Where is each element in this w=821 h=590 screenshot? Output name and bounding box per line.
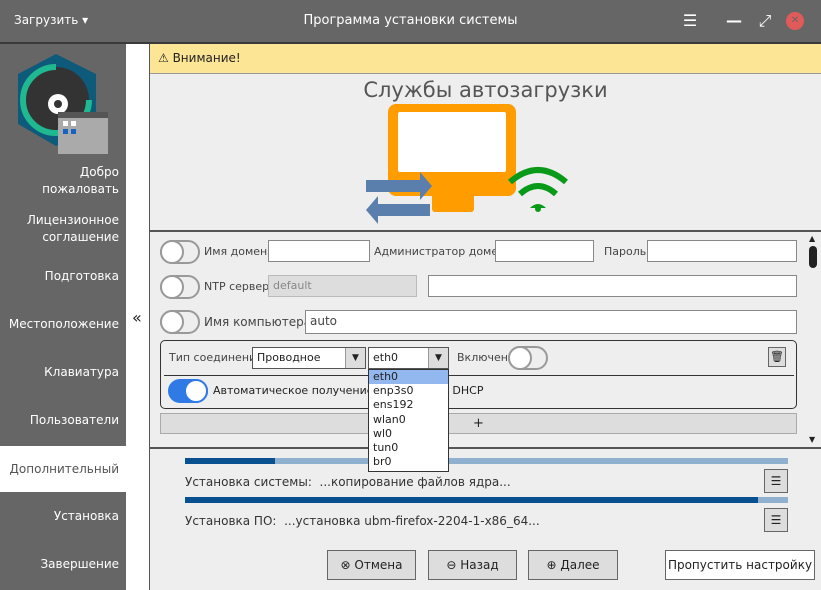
- dropdown-option[interactable]: eth0: [369, 370, 448, 385]
- ntp-label: NTP сервер:: [204, 280, 273, 293]
- minimize-icon[interactable]: —: [722, 10, 746, 32]
- password-label: Пароль:: [604, 245, 650, 258]
- system-log-icon[interactable]: ☰: [764, 469, 788, 493]
- add-connection-button[interactable]: +: [160, 413, 797, 434]
- back-button[interactable]: ⊖ Назад: [428, 550, 517, 580]
- enabled-toggle[interactable]: [508, 346, 548, 370]
- app-logo: [18, 54, 108, 154]
- chevron-down-icon: ▼: [428, 348, 448, 368]
- network-illustration: [366, 104, 568, 224]
- delete-icon[interactable]: 🗑: [768, 347, 786, 367]
- domain-input[interactable]: [268, 240, 370, 262]
- sidebar-item-additional[interactable]: Дополнительный: [0, 446, 126, 492]
- scroll-down-icon[interactable]: ▼: [809, 435, 815, 444]
- skip-setup-button[interactable]: Пропустить настройку: [665, 550, 815, 580]
- software-progress-fill: [185, 497, 758, 503]
- software-status-text: ...установка ubm-firefox-2204-1-x86_64..…: [284, 514, 540, 528]
- warning-text: Внимание!: [172, 51, 241, 65]
- maximize-icon[interactable]: ⤢: [753, 10, 777, 32]
- warning-icon: ⚠: [158, 51, 173, 65]
- arrow-left-circle-icon: ⊖: [446, 558, 461, 572]
- software-log-icon[interactable]: ☰: [764, 508, 788, 532]
- conn-type-value: Проводное: [257, 351, 321, 364]
- sidebar: Добро пожаловать Лицензионное соглашение…: [0, 44, 126, 590]
- system-status-text: ...копирование файлов ядра...: [319, 475, 511, 489]
- collapse-sidebar-button[interactable]: «: [126, 44, 150, 590]
- dropdown-option[interactable]: wlan0: [369, 413, 448, 427]
- back-label: Назад: [460, 558, 499, 572]
- sidebar-item-welcome[interactable]: Добро пожаловать: [0, 164, 126, 198]
- sidebar-item-license[interactable]: Лицензионное соглашение: [0, 212, 126, 246]
- software-progress-bar: [185, 497, 788, 503]
- scroll-thumb[interactable]: [809, 246, 817, 268]
- double-chevron-left-icon[interactable]: «: [132, 308, 142, 327]
- enabled-label: Включен:: [457, 351, 512, 364]
- system-status: Установка системы: ...копирование файлов…: [185, 475, 511, 489]
- arrow-left-icon: [366, 196, 430, 224]
- domain-toggle[interactable]: [160, 240, 200, 264]
- sidebar-item-users[interactable]: Пользователи: [0, 412, 126, 429]
- interface-dropdown: eth0 enp3s0 ens192 wlan0 wl0 tun0 br0: [368, 369, 449, 472]
- sidebar-item-location[interactable]: Местоположение: [0, 316, 126, 333]
- sidebar-item-install[interactable]: Установка: [0, 508, 126, 525]
- software-status: Установка ПО: ...установка ubm-firefox-2…: [185, 514, 540, 528]
- load-menu[interactable]: Загрузить ▾: [14, 13, 88, 27]
- dropdown-option[interactable]: wl0: [369, 427, 448, 441]
- next-label: Далее: [560, 558, 600, 572]
- software-label: Установка ПО:: [185, 514, 277, 528]
- conn-type-select[interactable]: Проводное ▼: [252, 347, 366, 369]
- sidebar-item-keyboard[interactable]: Клавиатура: [0, 364, 126, 381]
- interface-select[interactable]: eth0 ▼: [368, 347, 449, 369]
- system-progress-fill: [185, 458, 276, 464]
- domain-label: Имя домена:: [204, 245, 278, 258]
- cancel-button[interactable]: ⊗ Отмена: [327, 550, 416, 580]
- hostname-label: Имя компьютера:: [204, 315, 316, 329]
- admin-input[interactable]: [495, 240, 594, 262]
- ntp-select[interactable]: default: [268, 275, 417, 297]
- wifi-icon: [508, 167, 568, 197]
- hostname-input[interactable]: auto: [305, 310, 797, 334]
- password-input[interactable]: [647, 240, 797, 262]
- warning-bar: ⚠ Внимание!: [150, 44, 821, 74]
- hostname-toggle[interactable]: [160, 310, 200, 334]
- arrow-right-circle-icon: ⊕: [546, 558, 561, 572]
- dropdown-option[interactable]: br0: [369, 455, 448, 469]
- cancel-label: Отмена: [354, 558, 403, 572]
- interface-value: eth0: [373, 351, 399, 364]
- ntp-toggle[interactable]: [160, 275, 200, 299]
- scroll-up-icon[interactable]: ▲: [809, 234, 815, 243]
- dropdown-option[interactable]: ens192: [369, 398, 448, 412]
- chevron-down-icon: ▼: [345, 348, 365, 368]
- page-title: Службы автозагрузки: [363, 78, 608, 102]
- menu-icon[interactable]: ☰: [678, 10, 702, 32]
- next-button[interactable]: ⊕ Далее: [528, 550, 618, 580]
- ntp-extra-input[interactable]: [428, 275, 797, 297]
- system-progress-bar: [185, 458, 788, 464]
- system-label: Установка системы:: [185, 475, 312, 489]
- scrollbar[interactable]: ▲ ▼: [806, 232, 821, 447]
- cancel-icon: ⊗: [340, 558, 355, 572]
- dhcp-toggle[interactable]: [168, 379, 208, 403]
- dropdown-option[interactable]: tun0: [369, 441, 448, 455]
- sidebar-item-finish[interactable]: Завершение: [0, 556, 126, 573]
- dropdown-option[interactable]: enp3s0: [369, 384, 448, 398]
- close-icon[interactable]: ✕: [786, 12, 804, 30]
- sidebar-item-preparation[interactable]: Подготовка: [0, 268, 126, 285]
- title-bar: Программа установки системы Загрузить ▾ …: [0, 0, 821, 44]
